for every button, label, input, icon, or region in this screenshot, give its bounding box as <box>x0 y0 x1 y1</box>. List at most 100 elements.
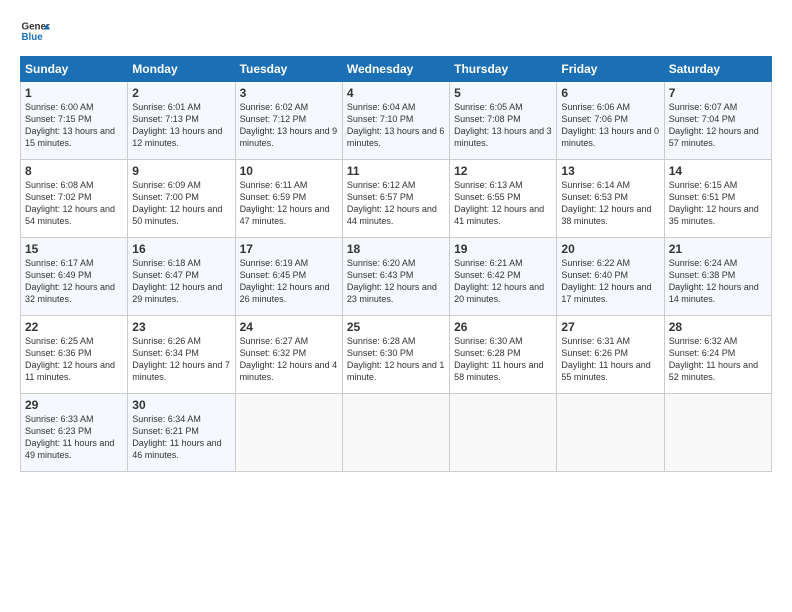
header-cell-thursday: Thursday <box>450 57 557 82</box>
day-number: 19 <box>454 242 552 256</box>
day-info: Sunrise: 6:01 AM Sunset: 7:13 PM Dayligh… <box>132 101 230 150</box>
day-cell: 28Sunrise: 6:32 AM Sunset: 6:24 PM Dayli… <box>664 316 771 394</box>
day-number: 20 <box>561 242 659 256</box>
week-row-2: 8Sunrise: 6:08 AM Sunset: 7:02 PM Daylig… <box>21 160 772 238</box>
day-info: Sunrise: 6:02 AM Sunset: 7:12 PM Dayligh… <box>240 101 338 150</box>
day-cell: 2Sunrise: 6:01 AM Sunset: 7:13 PM Daylig… <box>128 82 235 160</box>
calendar-body: 1Sunrise: 6:00 AM Sunset: 7:15 PM Daylig… <box>21 82 772 472</box>
day-cell: 20Sunrise: 6:22 AM Sunset: 6:40 PM Dayli… <box>557 238 664 316</box>
day-info: Sunrise: 6:32 AM Sunset: 6:24 PM Dayligh… <box>669 335 767 384</box>
logo: General Blue <box>20 16 50 46</box>
header-cell-monday: Monday <box>128 57 235 82</box>
day-cell <box>342 394 449 472</box>
day-cell: 16Sunrise: 6:18 AM Sunset: 6:47 PM Dayli… <box>128 238 235 316</box>
day-cell: 12Sunrise: 6:13 AM Sunset: 6:55 PM Dayli… <box>450 160 557 238</box>
day-info: Sunrise: 6:26 AM Sunset: 6:34 PM Dayligh… <box>132 335 230 384</box>
day-cell: 11Sunrise: 6:12 AM Sunset: 6:57 PM Dayli… <box>342 160 449 238</box>
week-row-5: 29Sunrise: 6:33 AM Sunset: 6:23 PM Dayli… <box>21 394 772 472</box>
day-number: 17 <box>240 242 338 256</box>
day-cell: 4Sunrise: 6:04 AM Sunset: 7:10 PM Daylig… <box>342 82 449 160</box>
day-number: 18 <box>347 242 445 256</box>
day-number: 16 <box>132 242 230 256</box>
day-cell: 3Sunrise: 6:02 AM Sunset: 7:12 PM Daylig… <box>235 82 342 160</box>
logo-icon: General Blue <box>20 16 50 46</box>
day-cell <box>664 394 771 472</box>
day-info: Sunrise: 6:22 AM Sunset: 6:40 PM Dayligh… <box>561 257 659 306</box>
day-cell: 25Sunrise: 6:28 AM Sunset: 6:30 PM Dayli… <box>342 316 449 394</box>
day-number: 26 <box>454 320 552 334</box>
day-cell: 6Sunrise: 6:06 AM Sunset: 7:06 PM Daylig… <box>557 82 664 160</box>
header-cell-friday: Friday <box>557 57 664 82</box>
day-info: Sunrise: 6:28 AM Sunset: 6:30 PM Dayligh… <box>347 335 445 384</box>
day-info: Sunrise: 6:25 AM Sunset: 6:36 PM Dayligh… <box>25 335 123 384</box>
day-cell <box>450 394 557 472</box>
day-info: Sunrise: 6:20 AM Sunset: 6:43 PM Dayligh… <box>347 257 445 306</box>
day-cell <box>557 394 664 472</box>
day-cell: 23Sunrise: 6:26 AM Sunset: 6:34 PM Dayli… <box>128 316 235 394</box>
day-info: Sunrise: 6:31 AM Sunset: 6:26 PM Dayligh… <box>561 335 659 384</box>
day-cell: 5Sunrise: 6:05 AM Sunset: 7:08 PM Daylig… <box>450 82 557 160</box>
day-cell: 30Sunrise: 6:34 AM Sunset: 6:21 PM Dayli… <box>128 394 235 472</box>
day-cell: 18Sunrise: 6:20 AM Sunset: 6:43 PM Dayli… <box>342 238 449 316</box>
day-info: Sunrise: 6:12 AM Sunset: 6:57 PM Dayligh… <box>347 179 445 228</box>
day-info: Sunrise: 6:05 AM Sunset: 7:08 PM Dayligh… <box>454 101 552 150</box>
day-info: Sunrise: 6:09 AM Sunset: 7:00 PM Dayligh… <box>132 179 230 228</box>
day-cell: 19Sunrise: 6:21 AM Sunset: 6:42 PM Dayli… <box>450 238 557 316</box>
day-number: 6 <box>561 86 659 100</box>
day-number: 29 <box>25 398 123 412</box>
header-cell-wednesday: Wednesday <box>342 57 449 82</box>
day-info: Sunrise: 6:04 AM Sunset: 7:10 PM Dayligh… <box>347 101 445 150</box>
day-cell: 26Sunrise: 6:30 AM Sunset: 6:28 PM Dayli… <box>450 316 557 394</box>
day-cell: 27Sunrise: 6:31 AM Sunset: 6:26 PM Dayli… <box>557 316 664 394</box>
day-number: 27 <box>561 320 659 334</box>
day-info: Sunrise: 6:06 AM Sunset: 7:06 PM Dayligh… <box>561 101 659 150</box>
day-info: Sunrise: 6:33 AM Sunset: 6:23 PM Dayligh… <box>25 413 123 462</box>
day-cell: 10Sunrise: 6:11 AM Sunset: 6:59 PM Dayli… <box>235 160 342 238</box>
calendar-table: SundayMondayTuesdayWednesdayThursdayFrid… <box>20 56 772 472</box>
day-info: Sunrise: 6:30 AM Sunset: 6:28 PM Dayligh… <box>454 335 552 384</box>
day-number: 3 <box>240 86 338 100</box>
day-cell: 17Sunrise: 6:19 AM Sunset: 6:45 PM Dayli… <box>235 238 342 316</box>
day-number: 12 <box>454 164 552 178</box>
day-cell: 24Sunrise: 6:27 AM Sunset: 6:32 PM Dayli… <box>235 316 342 394</box>
day-info: Sunrise: 6:27 AM Sunset: 6:32 PM Dayligh… <box>240 335 338 384</box>
day-number: 9 <box>132 164 230 178</box>
day-number: 11 <box>347 164 445 178</box>
day-info: Sunrise: 6:24 AM Sunset: 6:38 PM Dayligh… <box>669 257 767 306</box>
week-row-3: 15Sunrise: 6:17 AM Sunset: 6:49 PM Dayli… <box>21 238 772 316</box>
day-info: Sunrise: 6:21 AM Sunset: 6:42 PM Dayligh… <box>454 257 552 306</box>
header-cell-tuesday: Tuesday <box>235 57 342 82</box>
header-cell-saturday: Saturday <box>664 57 771 82</box>
day-number: 23 <box>132 320 230 334</box>
day-number: 15 <box>25 242 123 256</box>
day-info: Sunrise: 6:08 AM Sunset: 7:02 PM Dayligh… <box>25 179 123 228</box>
day-cell: 21Sunrise: 6:24 AM Sunset: 6:38 PM Dayli… <box>664 238 771 316</box>
day-info: Sunrise: 6:07 AM Sunset: 7:04 PM Dayligh… <box>669 101 767 150</box>
day-number: 28 <box>669 320 767 334</box>
week-row-1: 1Sunrise: 6:00 AM Sunset: 7:15 PM Daylig… <box>21 82 772 160</box>
day-info: Sunrise: 6:17 AM Sunset: 6:49 PM Dayligh… <box>25 257 123 306</box>
day-number: 7 <box>669 86 767 100</box>
day-info: Sunrise: 6:13 AM Sunset: 6:55 PM Dayligh… <box>454 179 552 228</box>
day-info: Sunrise: 6:18 AM Sunset: 6:47 PM Dayligh… <box>132 257 230 306</box>
day-info: Sunrise: 6:19 AM Sunset: 6:45 PM Dayligh… <box>240 257 338 306</box>
week-row-4: 22Sunrise: 6:25 AM Sunset: 6:36 PM Dayli… <box>21 316 772 394</box>
day-number: 5 <box>454 86 552 100</box>
day-cell: 14Sunrise: 6:15 AM Sunset: 6:51 PM Dayli… <box>664 160 771 238</box>
page: General Blue SundayMondayTuesdayWednesda… <box>0 0 792 482</box>
day-number: 25 <box>347 320 445 334</box>
day-number: 2 <box>132 86 230 100</box>
day-cell: 22Sunrise: 6:25 AM Sunset: 6:36 PM Dayli… <box>21 316 128 394</box>
day-cell: 15Sunrise: 6:17 AM Sunset: 6:49 PM Dayli… <box>21 238 128 316</box>
header-cell-sunday: Sunday <box>21 57 128 82</box>
day-info: Sunrise: 6:11 AM Sunset: 6:59 PM Dayligh… <box>240 179 338 228</box>
day-number: 10 <box>240 164 338 178</box>
day-number: 30 <box>132 398 230 412</box>
day-number: 24 <box>240 320 338 334</box>
day-info: Sunrise: 6:14 AM Sunset: 6:53 PM Dayligh… <box>561 179 659 228</box>
day-info: Sunrise: 6:34 AM Sunset: 6:21 PM Dayligh… <box>132 413 230 462</box>
calendar-header-row: SundayMondayTuesdayWednesdayThursdayFrid… <box>21 57 772 82</box>
day-number: 4 <box>347 86 445 100</box>
day-cell: 13Sunrise: 6:14 AM Sunset: 6:53 PM Dayli… <box>557 160 664 238</box>
day-cell: 29Sunrise: 6:33 AM Sunset: 6:23 PM Dayli… <box>21 394 128 472</box>
